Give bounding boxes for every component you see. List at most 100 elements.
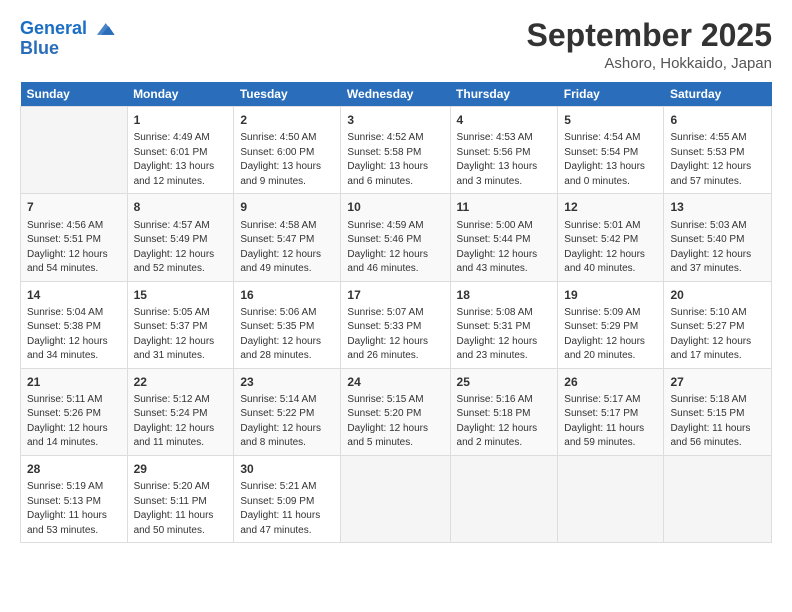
calendar-cell: 4 Sunrise: 4:53 AM Sunset: 5:56 PM Daylig… [450, 107, 558, 194]
day-info: Sunrise: 4:56 AM Sunset: 5:51 PM Dayligh… [27, 220, 108, 275]
calendar-cell: 8 Sunrise: 4:57 AM Sunset: 5:49 PM Daylig… [127, 194, 234, 281]
col-header-thursday: Thursday [450, 82, 558, 107]
calendar-cell: 1 Sunrise: 4:49 AM Sunset: 6:01 PM Daylig… [127, 107, 234, 194]
calendar-cell [664, 455, 772, 542]
day-info: Sunrise: 4:52 AM Sunset: 5:58 PM Dayligh… [347, 132, 428, 187]
day-info: Sunrise: 5:03 AM Sunset: 5:40 PM Dayligh… [670, 220, 751, 275]
day-number: 12 [564, 199, 657, 215]
calendar-cell: 15 Sunrise: 5:05 AM Sunset: 5:37 PM Dayli… [127, 281, 234, 368]
day-number: 6 [670, 112, 765, 128]
day-number: 7 [27, 199, 121, 215]
day-number: 28 [27, 461, 121, 477]
calendar-cell: 3Sunrise: 4:52 AM Sunset: 5:58 PM Daylig… [341, 107, 450, 194]
calendar-cell [341, 455, 450, 542]
calendar-cell: 19 Sunrise: 5:09 AM Sunset: 5:29 PM Dayli… [558, 281, 664, 368]
day-number: 21 [27, 374, 121, 390]
day-info: Sunrise: 5:08 AM Sunset: 5:31 PM Dayligh… [457, 307, 538, 362]
calendar-cell: 13 Sunrise: 5:03 AM Sunset: 5:40 PM Dayli… [664, 194, 772, 281]
day-info: Sunrise: 5:20 AM Sunset: 5:11 PM Dayligh… [134, 481, 214, 536]
calendar-cell [558, 455, 664, 542]
day-info: Sunrise: 5:04 AM Sunset: 5:38 PM Dayligh… [27, 307, 108, 362]
day-number: 5 [564, 112, 657, 128]
location: Ashoro, Hokkaido, Japan [527, 55, 772, 72]
calendar-cell: 9 Sunrise: 4:58 AM Sunset: 5:47 PM Daylig… [234, 194, 341, 281]
day-number: 25 [457, 374, 552, 390]
day-number: 24 [347, 374, 443, 390]
day-info: Sunrise: 5:10 AM Sunset: 5:27 PM Dayligh… [670, 307, 751, 362]
day-number: 23 [240, 374, 334, 390]
day-number: 20 [670, 287, 765, 303]
calendar-cell [21, 107, 128, 194]
calendar-cell: 26 Sunrise: 5:17 AM Sunset: 5:17 PM Dayli… [558, 368, 664, 455]
day-info: Sunrise: 4:59 AM Sunset: 5:46 PM Dayligh… [347, 220, 428, 275]
day-number: 17 [347, 287, 443, 303]
calendar-cell: 23 Sunrise: 5:14 AM Sunset: 5:22 PM Dayli… [234, 368, 341, 455]
calendar-cell: 22Sunrise: 5:12 AM Sunset: 5:24 PM Dayli… [127, 368, 234, 455]
calendar-cell: 11Sunrise: 5:00 AM Sunset: 5:44 PM Dayli… [450, 194, 558, 281]
day-info: Sunrise: 5:16 AM Sunset: 5:18 PM Dayligh… [457, 394, 538, 449]
day-info: Sunrise: 5:18 AM Sunset: 5:15 PM Dayligh… [670, 394, 750, 449]
day-info: Sunrise: 5:11 AM Sunset: 5:26 PM Dayligh… [27, 394, 108, 449]
logo-text: General [20, 18, 116, 40]
day-info: Sunrise: 5:05 AM Sunset: 5:37 PM Dayligh… [134, 307, 215, 362]
day-info: Sunrise: 5:15 AM Sunset: 5:20 PM Dayligh… [347, 394, 428, 449]
calendar-cell: 17 Sunrise: 5:07 AM Sunset: 5:33 PM Dayli… [341, 281, 450, 368]
day-info: Sunrise: 5:01 AM Sunset: 5:42 PM Dayligh… [564, 220, 645, 275]
month-title: September 2025 [527, 18, 772, 53]
day-number: 2 [240, 112, 334, 128]
day-info: Sunrise: 4:54 AM Sunset: 5:54 PM Dayligh… [564, 132, 645, 187]
day-info: Sunrise: 5:09 AM Sunset: 5:29 PM Dayligh… [564, 307, 645, 362]
day-info: Sunrise: 4:58 AM Sunset: 5:47 PM Dayligh… [240, 220, 321, 275]
col-header-monday: Monday [127, 82, 234, 107]
logo: General Blue [20, 18, 116, 59]
calendar-cell: 29Sunrise: 5:20 AM Sunset: 5:11 PM Dayli… [127, 455, 234, 542]
calendar-cell: 16 Sunrise: 5:06 AM Sunset: 5:35 PM Dayli… [234, 281, 341, 368]
day-info: Sunrise: 5:17 AM Sunset: 5:17 PM Dayligh… [564, 394, 644, 449]
day-number: 11 [457, 199, 552, 215]
calendar-cell: 2 Sunrise: 4:50 AM Sunset: 6:00 PM Daylig… [234, 107, 341, 194]
calendar-cell: 10 Sunrise: 4:59 AM Sunset: 5:46 PM Dayli… [341, 194, 450, 281]
calendar-cell: 21 Sunrise: 5:11 AM Sunset: 5:26 PM Dayli… [21, 368, 128, 455]
calendar-cell: 6 Sunrise: 4:55 AM Sunset: 5:53 PM Daylig… [664, 107, 772, 194]
day-number: 15 [134, 287, 228, 303]
calendar-cell [450, 455, 558, 542]
day-number: 30 [240, 461, 334, 477]
calendar-table: SundayMondayTuesdayWednesdayThursdayFrid… [20, 82, 772, 543]
calendar-cell: 24 Sunrise: 5:15 AM Sunset: 5:20 PM Dayli… [341, 368, 450, 455]
day-number: 4 [457, 112, 552, 128]
day-number: 27 [670, 374, 765, 390]
day-number: 8 [134, 199, 228, 215]
day-number: 26 [564, 374, 657, 390]
col-header-friday: Friday [558, 82, 664, 107]
day-info: Sunrise: 4:57 AM Sunset: 5:49 PM Dayligh… [134, 220, 215, 275]
day-info: Sunrise: 4:53 AM Sunset: 5:56 PM Dayligh… [457, 132, 538, 187]
calendar-cell: 14Sunrise: 5:04 AM Sunset: 5:38 PM Dayli… [21, 281, 128, 368]
col-header-wednesday: Wednesday [341, 82, 450, 107]
day-number: 9 [240, 199, 334, 215]
calendar-cell: 27 Sunrise: 5:18 AM Sunset: 5:15 PM Dayli… [664, 368, 772, 455]
calendar-cell: 7 Sunrise: 4:56 AM Sunset: 5:51 PM Daylig… [21, 194, 128, 281]
day-number: 16 [240, 287, 334, 303]
day-number: 1 [134, 112, 228, 128]
day-number: 10 [347, 199, 443, 215]
day-info: Sunrise: 5:06 AM Sunset: 5:35 PM Dayligh… [240, 307, 321, 362]
calendar-cell: 5 Sunrise: 4:54 AM Sunset: 5:54 PM Daylig… [558, 107, 664, 194]
day-number: 19 [564, 287, 657, 303]
day-info: Sunrise: 5:14 AM Sunset: 5:22 PM Dayligh… [240, 394, 321, 449]
day-info: Sunrise: 5:21 AM Sunset: 5:09 PM Dayligh… [240, 481, 320, 536]
day-info: Sunrise: 5:19 AM Sunset: 5:13 PM Dayligh… [27, 481, 107, 536]
day-info: Sunrise: 4:55 AM Sunset: 5:53 PM Dayligh… [670, 132, 751, 187]
day-number: 22 [134, 374, 228, 390]
col-header-tuesday: Tuesday [234, 82, 341, 107]
col-header-saturday: Saturday [664, 82, 772, 107]
day-info: Sunrise: 4:50 AM Sunset: 6:00 PM Dayligh… [240, 132, 321, 187]
day-number: 18 [457, 287, 552, 303]
title-block: September 2025 Ashoro, Hokkaido, Japan [527, 18, 772, 72]
calendar-cell: 20 Sunrise: 5:10 AM Sunset: 5:27 PM Dayli… [664, 281, 772, 368]
day-number: 13 [670, 199, 765, 215]
calendar-cell: 28 Sunrise: 5:19 AM Sunset: 5:13 PM Dayli… [21, 455, 128, 542]
day-info: Sunrise: 5:07 AM Sunset: 5:33 PM Dayligh… [347, 307, 428, 362]
calendar-cell: 18 Sunrise: 5:08 AM Sunset: 5:31 PM Dayli… [450, 281, 558, 368]
day-info: Sunrise: 4:49 AM Sunset: 6:01 PM Dayligh… [134, 132, 215, 187]
col-header-sunday: Sunday [21, 82, 128, 107]
